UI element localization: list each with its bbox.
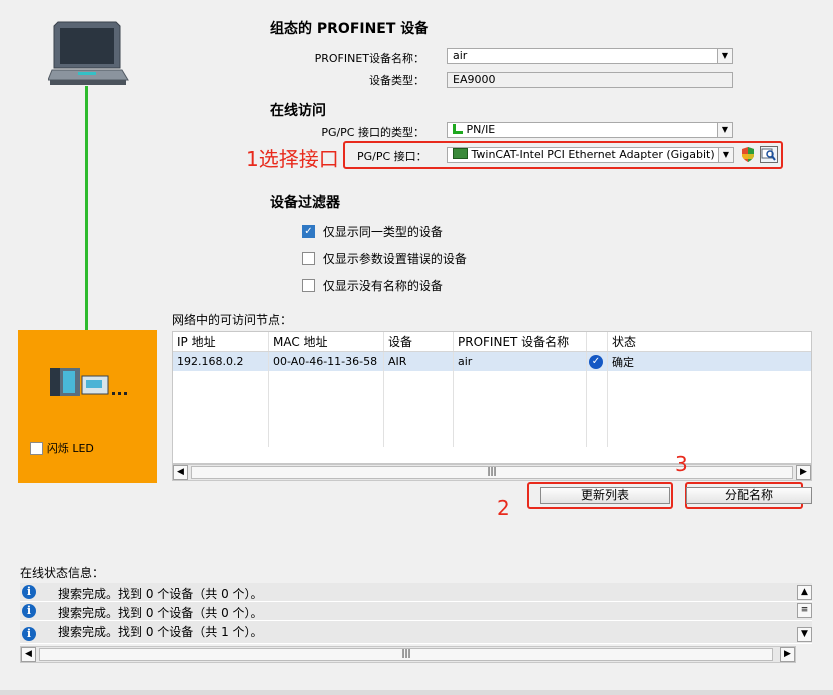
- device-type-label: 设备类型：: [369, 74, 424, 87]
- row-status: 确定: [607, 351, 811, 371]
- laptop-icon: [47, 20, 130, 88]
- nodes-title: 网络中的可访问节点：: [172, 313, 293, 327]
- annotation-step2: 2: [497, 496, 510, 520]
- chevron-down-icon[interactable]: ▼: [717, 49, 732, 63]
- iface-label: PG/PC 接口：: [357, 150, 427, 163]
- iface-select[interactable]: TwinCAT-Intel PCI Ethernet Adapter (Giga…: [447, 147, 734, 163]
- filter-param-error-checkbox[interactable]: [302, 252, 315, 265]
- configured-device-heading: 组态的 PROFINET 设备: [270, 21, 429, 37]
- device-icon: [48, 366, 130, 398]
- scroll-left-icon[interactable]: ◀: [173, 465, 188, 480]
- device-name-label: PROFINET设备名称：: [314, 52, 424, 65]
- list-item: i 搜索完成。找到 0 个设备（共 0 个）。: [20, 602, 812, 621]
- scroll-thumb[interactable]: |||: [39, 648, 773, 661]
- scroll-up-icon[interactable]: ▲: [797, 585, 812, 600]
- iface-type-label: PG/PC 接口的类型：: [321, 126, 424, 139]
- annotation-step1: 1选择接口: [246, 147, 339, 171]
- scroll-right-icon[interactable]: ▶: [780, 647, 795, 662]
- table-row: [173, 390, 811, 409]
- table-header: IP 地址 MAC 地址 设备 PROFINET 设备名称 状态: [173, 332, 811, 352]
- ok-check-icon: ✓: [589, 355, 603, 369]
- filter-same-type-checkbox[interactable]: ✓: [302, 225, 315, 238]
- table-scrollbar[interactable]: ◀ ||| ▶: [172, 464, 812, 481]
- scroll-left-icon[interactable]: ◀: [21, 647, 36, 662]
- network-adapter-icon: [453, 148, 468, 159]
- table-row: [173, 371, 811, 390]
- device-filter-heading: 设备过滤器: [270, 195, 340, 211]
- nodes-table[interactable]: IP 地址 MAC 地址 设备 PROFINET 设备名称 状态 192.168…: [172, 331, 812, 464]
- iface-type-select[interactable]: PN/IE ▼: [447, 122, 733, 138]
- filter-param-error-label: 仅显示参数设置错误的设备: [322, 252, 467, 266]
- filter-no-name-label: 仅显示没有名称的设备: [322, 279, 443, 293]
- row-profinet-name: air: [453, 351, 587, 371]
- scroll-down-icon[interactable]: ▼: [797, 627, 812, 642]
- shield-icon[interactable]: [740, 146, 756, 163]
- search-icon[interactable]: [760, 146, 778, 163]
- annotation-step3: 3: [675, 452, 688, 476]
- row-ip: 192.168.0.2: [173, 351, 269, 371]
- online-access-heading: 在线访问: [270, 103, 326, 119]
- col-ip[interactable]: IP 地址: [173, 332, 269, 352]
- device-type-field: EA9000: [447, 72, 733, 88]
- row-mac: 00-A0-46-11-36-58: [268, 351, 384, 371]
- device-name-select[interactable]: air ▼: [447, 48, 733, 64]
- col-status[interactable]: 状态: [607, 332, 811, 352]
- chevron-down-icon[interactable]: ▼: [717, 123, 732, 137]
- update-list-button[interactable]: 更新列表: [540, 487, 670, 504]
- status-scrollbar[interactable]: ◀ ||| ▶: [20, 646, 796, 663]
- col-device[interactable]: 设备: [383, 332, 454, 352]
- flash-led-checkbox[interactable]: [30, 441, 43, 455]
- scroll-thumb[interactable]: |||: [191, 466, 793, 479]
- scroll-right-icon[interactable]: ▶: [796, 465, 811, 480]
- chevron-down-icon[interactable]: ▼: [718, 148, 733, 162]
- pnie-icon: [453, 124, 463, 134]
- info-icon: i: [22, 585, 36, 599]
- table-row: [173, 409, 811, 428]
- info-icon: i: [22, 604, 36, 618]
- row-device: AIR: [383, 351, 454, 371]
- table-row: [173, 428, 811, 447]
- table-row[interactable]: 192.168.0.2 00-A0-46-11-36-58 AIR air ✓ …: [173, 351, 811, 371]
- filter-same-type-label: 仅显示同一类型的设备: [322, 225, 443, 239]
- filter-no-name-checkbox[interactable]: [302, 279, 315, 292]
- flash-led-label: 闪烁 LED: [46, 442, 94, 455]
- list-item: i 搜索完成。找到 0 个设备（共 0 个）。: [20, 583, 812, 602]
- bottom-edge: [0, 690, 833, 695]
- assign-name-button[interactable]: 分配名称: [686, 487, 812, 504]
- list-item: i 搜索完成。找到 0 个设备（共 1 个）。: [20, 621, 812, 644]
- info-icon: i: [22, 627, 36, 641]
- status-title: 在线状态信息：: [20, 566, 105, 580]
- device-panel[interactable]: 闪烁 LED: [18, 330, 157, 483]
- scroll-handle-icon[interactable]: ≡: [797, 603, 812, 618]
- col-mac[interactable]: MAC 地址: [268, 332, 384, 352]
- col-profinet-name[interactable]: PROFINET 设备名称: [453, 332, 587, 352]
